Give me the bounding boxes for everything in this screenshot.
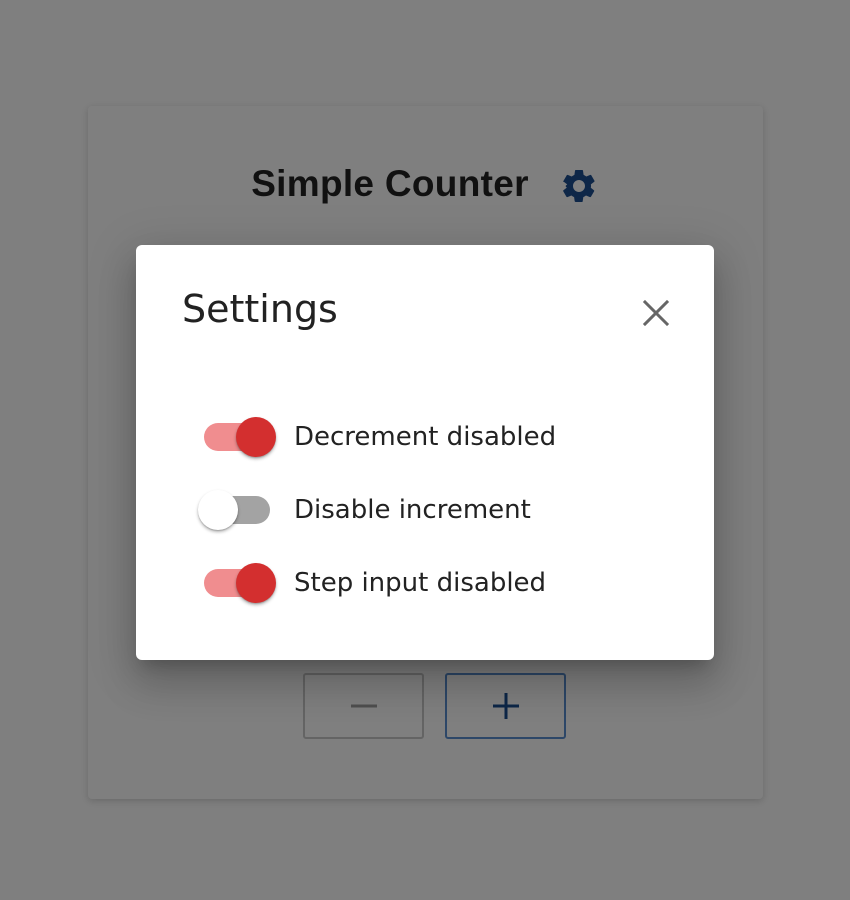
toggle-label: Decrement disabled <box>294 422 557 452</box>
switch-thumb[interactable] <box>198 490 238 530</box>
disable-increment-switch[interactable] <box>198 490 278 530</box>
toggle-row-increment: Disable increment <box>198 490 531 530</box>
toggle-label: Disable increment <box>294 495 531 525</box>
close-button[interactable] <box>636 293 676 333</box>
close-icon <box>642 299 670 327</box>
switch-thumb[interactable] <box>236 563 276 603</box>
decrement-disabled-switch[interactable] <box>198 417 278 457</box>
toggle-row-decrement: Decrement disabled <box>198 417 556 457</box>
dialog-title: Settings <box>182 287 338 331</box>
settings-dialog: Settings Decrement disabled Disable incr… <box>136 245 714 660</box>
step-input-disabled-switch[interactable] <box>198 563 278 603</box>
switch-thumb[interactable] <box>236 417 276 457</box>
toggle-row-step-input: Step input disabled <box>198 563 546 603</box>
toggle-label: Step input disabled <box>294 568 547 598</box>
